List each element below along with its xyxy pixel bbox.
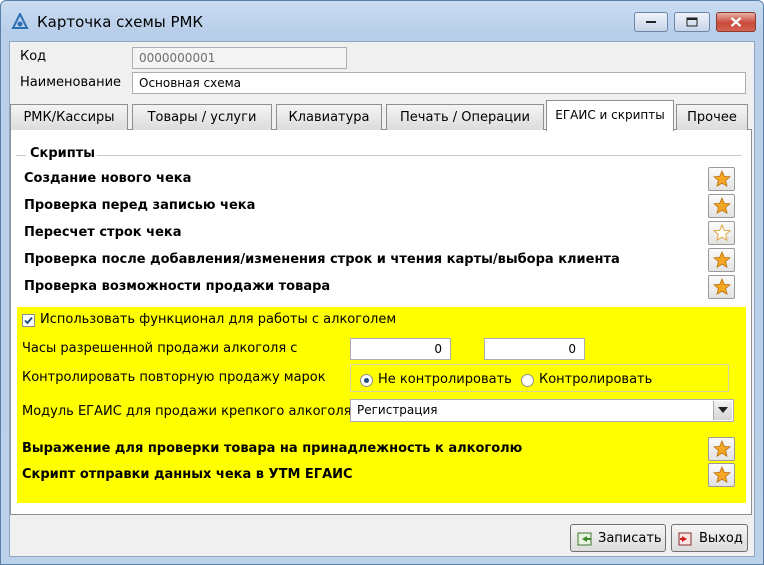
maximize-button[interactable] (674, 12, 710, 32)
minimize-icon (646, 21, 656, 23)
star-icon (713, 466, 731, 484)
utm-send-script-label: Скрипт отправки данных чека в УТМ ЕГАИС (22, 467, 353, 482)
script-after-change-label: Проверка после добавления/изменения стро… (24, 252, 620, 267)
script-after-change-button[interactable] (708, 248, 735, 272)
close-icon (730, 17, 742, 27)
window-title: Карточка схемы РМК (37, 13, 204, 31)
script-new-receipt-label: Создание нового чека (24, 171, 192, 186)
star-icon (713, 197, 731, 215)
alcohol-expr-label: Выражение для проверки товара на принадл… (22, 441, 523, 456)
exit-button-label: Выход (699, 531, 743, 546)
maximize-icon (686, 17, 698, 27)
save-icon (577, 532, 592, 546)
exit-icon (678, 532, 692, 546)
alcohol-expr-button[interactable] (708, 437, 735, 461)
name-field[interactable]: Основная схема (132, 72, 746, 94)
star-icon (713, 170, 731, 188)
control-label[interactable]: Контролировать (539, 372, 652, 387)
star-outline-icon (713, 224, 731, 242)
control-radio[interactable] (521, 374, 534, 387)
save-button[interactable]: Записать (570, 524, 666, 552)
no-control-label[interactable]: Не контролировать (378, 372, 512, 387)
group-line-left (16, 155, 26, 156)
sale-hours-from-input[interactable]: 0 (350, 338, 451, 360)
dropdown-button[interactable] (713, 401, 732, 420)
use-alcohol-checkbox[interactable] (22, 314, 35, 327)
name-label: Наименование (20, 75, 122, 90)
checkmark-icon (24, 316, 33, 325)
script-sale-check-button[interactable] (708, 275, 735, 299)
code-label: Код (20, 49, 47, 64)
star-icon (713, 278, 731, 296)
script-recalc-rows-label: Пересчет строк чека (24, 225, 182, 240)
egais-module-value: Регистрация (357, 403, 438, 417)
sale-hours-label: Часы разрешенной продажи алкоголя с (22, 341, 298, 356)
tab-print-operations[interactable]: Печать / Операции (386, 104, 544, 130)
script-before-save-button[interactable] (708, 194, 735, 218)
save-button-label: Записать (598, 531, 662, 546)
star-icon (713, 440, 731, 458)
script-sale-check-label: Проверка возможности продажи товара (24, 279, 331, 294)
star-icon (713, 251, 731, 269)
script-new-receipt-button[interactable] (708, 167, 735, 191)
no-control-radio[interactable] (360, 374, 373, 387)
code-field[interactable]: 0000000001 (132, 47, 347, 69)
tab-goods-services[interactable]: Товары / услуги (132, 104, 272, 130)
chevron-down-icon (718, 407, 728, 413)
tab-pos-cashiers[interactable]: РМК/Кассиры (10, 104, 128, 130)
tab-keyboard[interactable]: Клавиатура (276, 104, 382, 130)
scripts-group-legend: Скрипты (28, 146, 98, 161)
tab-egais-scripts[interactable]: ЕГАИС и скрипты (546, 100, 674, 131)
tab-other[interactable]: Прочее (676, 104, 748, 130)
group-line-right (94, 155, 742, 156)
egais-module-select[interactable]: Регистрация (350, 399, 734, 422)
radio-selected-dot (364, 378, 369, 383)
sale-hours-to-input[interactable]: 0 (484, 338, 585, 360)
exit-button[interactable]: Выход (671, 524, 748, 552)
close-button[interactable] (716, 12, 756, 32)
script-before-save-label: Проверка перед записью чека (24, 198, 256, 213)
egais-module-label: Модуль ЕГАИС для продажи крепкого алкого… (22, 404, 352, 419)
control-marks-label: Контролировать повторную продажу марок (22, 370, 326, 385)
utm-send-script-button[interactable] (708, 463, 735, 487)
app-icon (11, 13, 29, 29)
minimize-button[interactable] (634, 12, 668, 32)
title-bar[interactable]: Карточка схемы РМК (1, 1, 763, 43)
use-alcohol-label: Использовать функционал для работы с алк… (40, 312, 397, 327)
script-recalc-rows-button[interactable] (708, 221, 735, 245)
